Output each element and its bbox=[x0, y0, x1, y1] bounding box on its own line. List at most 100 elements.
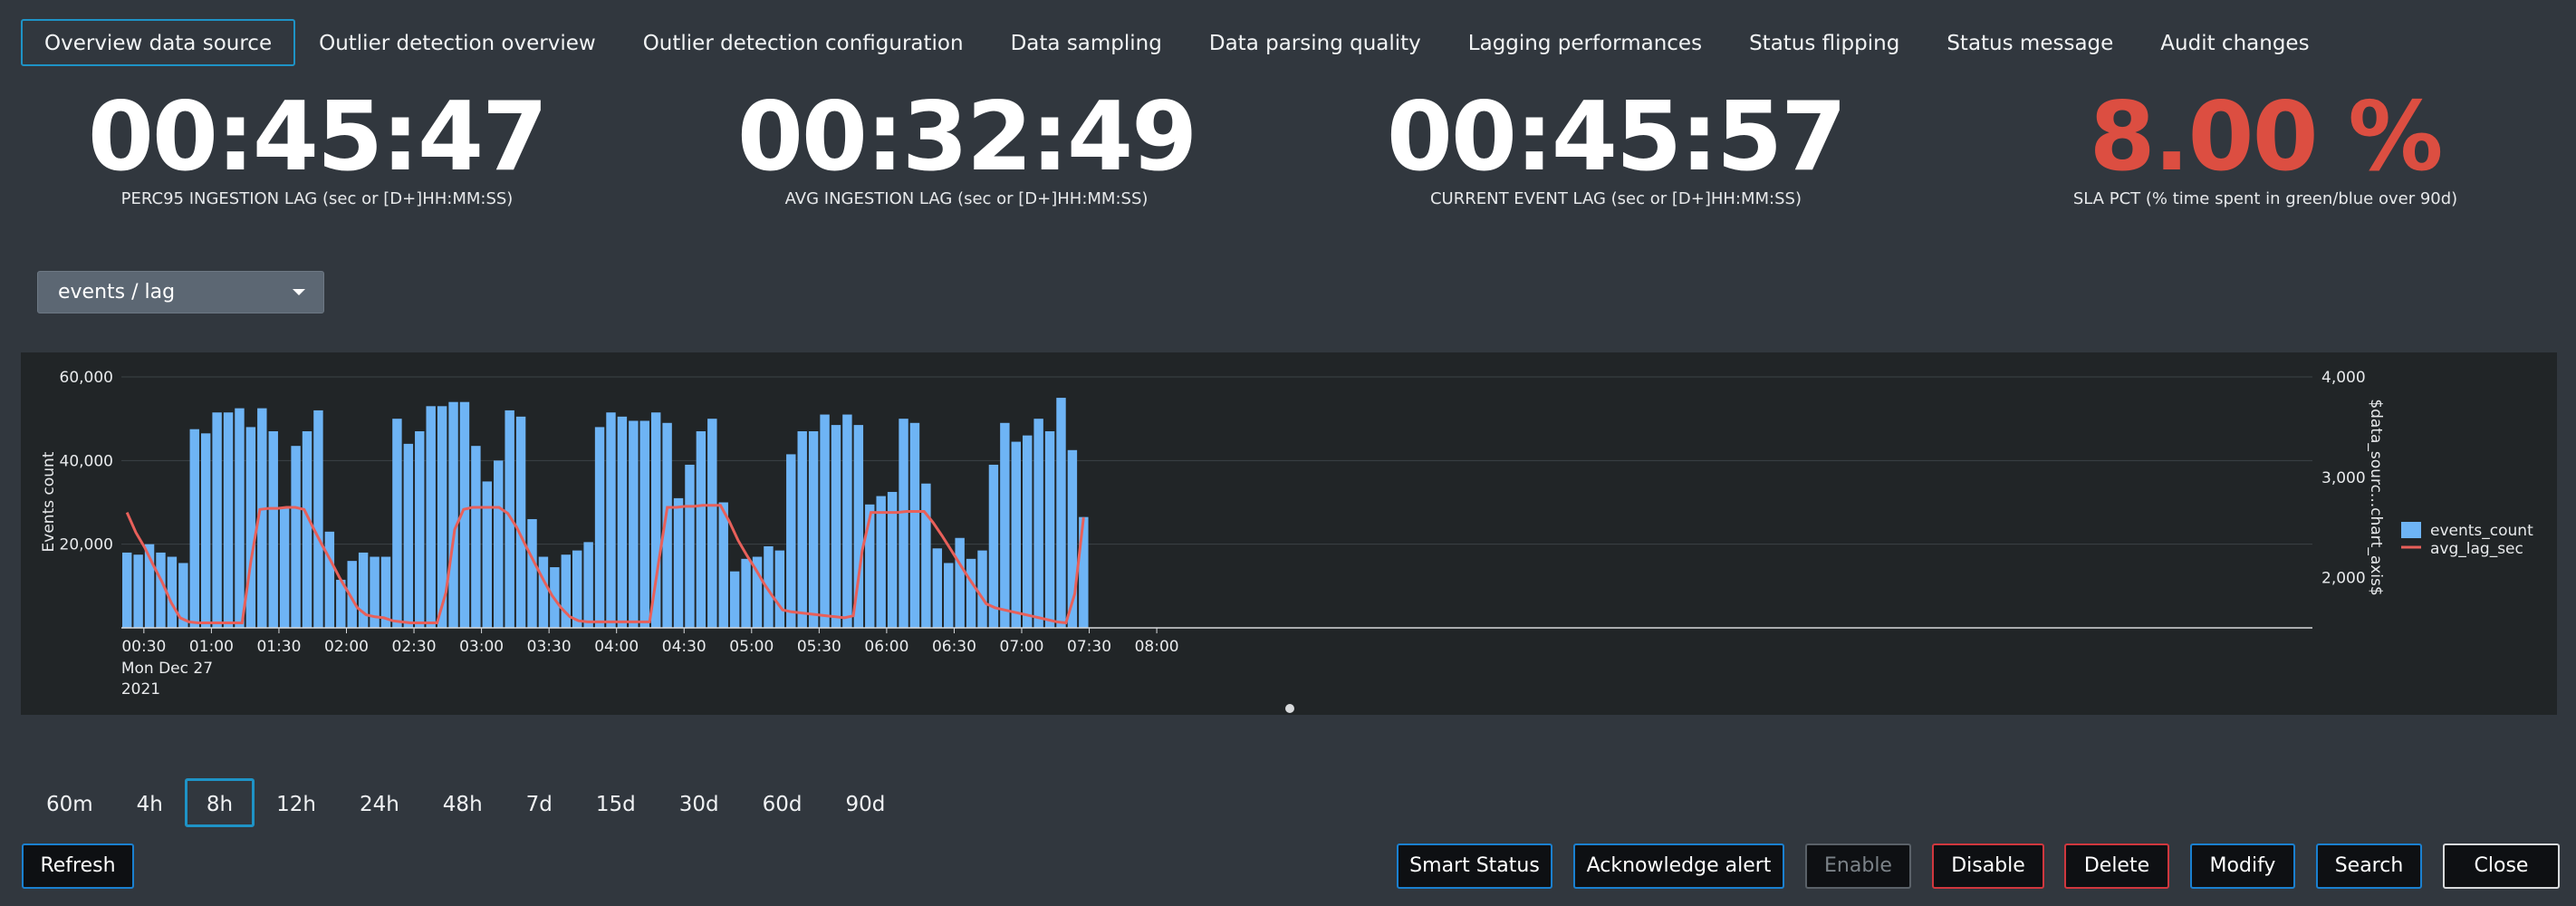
bar-events-count bbox=[594, 427, 605, 628]
events-lag-chart: 20,000 40,000 60,000 2,000 3,000 4,000 00:30… bbox=[21, 352, 2557, 715]
range-30d[interactable]: 30d bbox=[658, 778, 741, 827]
tab-data-sampling[interactable]: Data sampling bbox=[987, 19, 1186, 66]
pagination-dot[interactable] bbox=[1285, 704, 1294, 713]
bar-events-count bbox=[189, 429, 199, 628]
bar-events-count bbox=[167, 556, 178, 628]
bar-events-count bbox=[200, 433, 211, 628]
x-tick-label: 03:30 bbox=[527, 638, 572, 656]
y-axis-title: Events count bbox=[40, 451, 58, 552]
x-tick-label: 01:00 bbox=[189, 638, 234, 656]
kpi-value: 00:45:57 bbox=[1386, 82, 1847, 192]
delete-button[interactable]: Delete bbox=[2064, 843, 2169, 889]
bar-events-count bbox=[808, 431, 819, 628]
bar-events-count bbox=[235, 408, 245, 628]
range-15d[interactable]: 15d bbox=[574, 778, 658, 827]
x-tick-label: 05:30 bbox=[797, 638, 841, 656]
tab-outlier-detection-configuration[interactable]: Outlier detection configuration bbox=[620, 19, 987, 66]
tab-data-parsing-quality[interactable]: Data parsing quality bbox=[1186, 19, 1445, 66]
range-8h[interactable]: 8h bbox=[184, 778, 255, 827]
bar-events-count bbox=[944, 563, 954, 628]
tab-status-message[interactable]: Status message bbox=[1923, 19, 2137, 66]
y2-tick-label: 2,000 bbox=[2321, 570, 2366, 588]
x-tick-label: 05:00 bbox=[729, 638, 774, 656]
bar-events-count bbox=[685, 464, 695, 628]
bar-events-count bbox=[1056, 398, 1066, 628]
kpi-avg-lag: 00:32:49 AVG INGESTION LAG (sec or [D+]H… bbox=[649, 86, 1283, 208]
bar-events-count bbox=[1000, 422, 1010, 628]
kpi-label: SLA PCT (% time spent in green/blue over… bbox=[2072, 189, 2458, 208]
bar-events-count bbox=[122, 552, 132, 628]
y-tick-label: 40,000 bbox=[60, 452, 113, 470]
modify-button[interactable]: Modify bbox=[2190, 843, 2295, 889]
x-tick-label: 03:00 bbox=[459, 638, 504, 656]
bar-events-count bbox=[741, 558, 751, 628]
x-tick-sublabel: 2021 bbox=[121, 680, 160, 699]
bar-events-count bbox=[606, 412, 616, 628]
chevron-down-icon bbox=[293, 289, 305, 295]
bar-events-count bbox=[482, 481, 493, 628]
bar-events-count bbox=[1033, 419, 1043, 628]
disable-button[interactable]: Disable bbox=[1932, 843, 2044, 889]
bar-events-count bbox=[392, 419, 402, 628]
bar-events-count bbox=[842, 414, 852, 628]
bar-events-count bbox=[1044, 431, 1055, 628]
bar-events-count bbox=[268, 431, 278, 628]
range-24h[interactable]: 24h bbox=[338, 778, 421, 827]
kpi-value: 00:32:49 bbox=[736, 82, 1197, 192]
range-12h[interactable]: 12h bbox=[255, 778, 338, 827]
range-90d[interactable]: 90d bbox=[824, 778, 908, 827]
range-48h[interactable]: 48h bbox=[421, 778, 505, 827]
enable-button[interactable]: Enable bbox=[1805, 843, 1911, 889]
acknowledge-alert-button[interactable]: Acknowledge alert bbox=[1573, 843, 1784, 889]
y2-tick-label: 4,000 bbox=[2321, 369, 2366, 387]
legend-item-events-count[interactable]: events_count bbox=[2401, 522, 2533, 540]
kpi-label: AVG INGESTION LAG (sec or [D+]HH:MM:SS) bbox=[784, 189, 1149, 208]
bar-events-count bbox=[831, 425, 841, 628]
time-range-selector: 60m 4h 8h 12h 24h 48h 7d 15d 30d 60d 90d bbox=[24, 778, 907, 827]
bar-events-count bbox=[617, 416, 628, 628]
bar-events-count bbox=[538, 556, 549, 628]
bar-events-count bbox=[909, 422, 920, 628]
legend-label-avg-lag-sec: avg_lag_sec bbox=[2430, 540, 2523, 558]
bar-events-count bbox=[639, 420, 649, 628]
bar-events-count bbox=[774, 550, 785, 628]
tab-status-flipping[interactable]: Status flipping bbox=[1725, 19, 1923, 66]
bar-events-count bbox=[966, 558, 976, 628]
kpi-value: 00:45:47 bbox=[87, 82, 548, 192]
bar-events-count bbox=[707, 419, 717, 628]
bar-events-count bbox=[921, 483, 931, 628]
smart-status-button[interactable]: Smart Status bbox=[1397, 843, 1552, 889]
x-tick-label: 07:00 bbox=[1000, 638, 1044, 656]
range-60d[interactable]: 60d bbox=[741, 778, 824, 827]
kpi-sla-pct: 8.00 % SLA PCT (% time spent in green/bl… bbox=[1948, 86, 2576, 208]
search-button[interactable]: Search bbox=[2316, 843, 2422, 889]
tab-overview-data-source[interactable]: Overview data source bbox=[21, 19, 296, 66]
bar-events-count bbox=[932, 548, 943, 628]
refresh-button[interactable]: Refresh bbox=[22, 843, 134, 889]
kpi-label: CURRENT EVENT LAG (sec or [D+]HH:MM:SS) bbox=[1429, 189, 1802, 208]
tab-outlier-detection-overview[interactable]: Outlier detection overview bbox=[295, 19, 620, 66]
legend-item-avg-lag-sec[interactable]: avg_lag_sec bbox=[2401, 540, 2523, 558]
range-60m[interactable]: 60m bbox=[24, 778, 115, 827]
range-7d[interactable]: 7d bbox=[505, 778, 574, 827]
bar-events-count bbox=[572, 550, 582, 628]
range-4h[interactable]: 4h bbox=[115, 778, 185, 827]
bar-events-count bbox=[448, 401, 458, 628]
bar-events-count bbox=[1023, 435, 1033, 628]
bar-events-count bbox=[977, 550, 987, 628]
bar-events-count bbox=[1079, 516, 1089, 628]
close-button[interactable]: Close bbox=[2443, 843, 2560, 889]
bar-events-count bbox=[955, 537, 965, 628]
y2-tick-label: 3,000 bbox=[2321, 469, 2366, 487]
kpi-label: PERC95 INGESTION LAG (sec or [D+]HH:MM:S… bbox=[120, 189, 514, 208]
x-tick-label: 06:30 bbox=[932, 638, 976, 656]
x-tick-label: 02:30 bbox=[392, 638, 437, 656]
tab-audit-changes[interactable]: Audit changes bbox=[2137, 19, 2332, 66]
x-tick-label: 02:00 bbox=[324, 638, 369, 656]
kpi-current-lag: 00:45:57 CURRENT EVENT LAG (sec or [D+]H… bbox=[1299, 86, 1933, 208]
bar-events-count bbox=[415, 431, 425, 628]
metric-select[interactable]: events / lag bbox=[37, 271, 324, 313]
tab-lagging-performances[interactable]: Lagging performances bbox=[1445, 19, 1725, 66]
bar-events-count bbox=[696, 431, 706, 628]
x-tick-label: 04:30 bbox=[662, 638, 706, 656]
